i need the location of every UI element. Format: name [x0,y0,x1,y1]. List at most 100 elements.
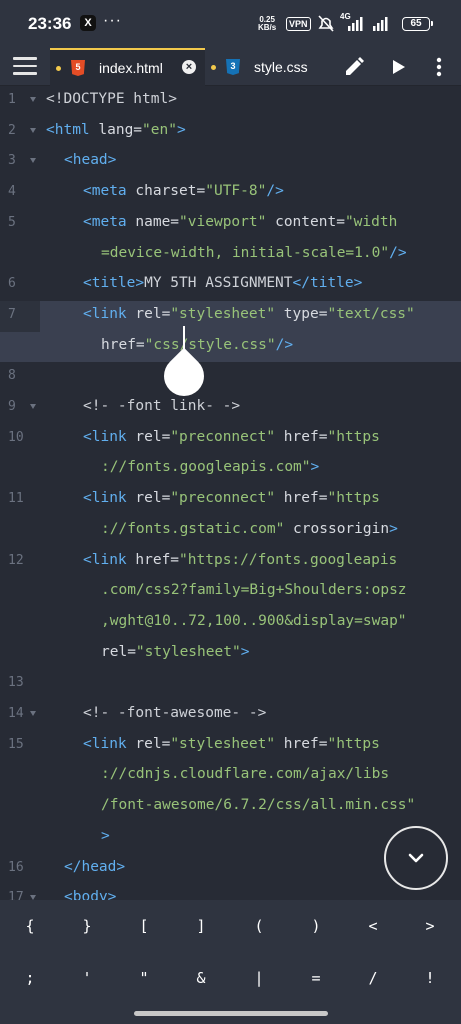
code-line-wrap[interactable]: .com/css2?family=Big+Shoulders:opsz [0,577,461,608]
code-line[interactable]: 3 <head> [0,147,461,178]
code-attr: crossorigin [284,520,390,537]
code-tag: <link [83,490,127,507]
tab-style-css[interactable]: 3 style.css [205,48,325,86]
network-speed-unit: KB/s [258,23,277,32]
code-line-wrap[interactable]: ://fonts.googleapis.com"> [0,454,461,485]
code-tag: <link [83,735,127,752]
code-line[interactable]: 2 <html lang="en"> [0,117,461,148]
line-number: 13 [8,675,24,691]
fold-arrow-icon[interactable] [30,711,36,716]
gesture-navigation-bar[interactable] [134,1011,328,1016]
code-line[interactable]: 15 <link rel="stylesheet" href="https [0,731,461,762]
code-tag: > [389,520,398,537]
code-line-wrap[interactable]: rel="stylesheet"> [0,639,461,670]
tab-label: index.html [99,60,163,76]
battery-icon: 65 [402,17,433,31]
code-line[interactable]: 12 <link href="https://fonts.googleapis [0,547,461,578]
symbol-key[interactable]: ( [239,908,279,944]
code-line[interactable]: 13 [0,669,461,700]
code-line-wrap[interactable]: /font-awesome/6.7.2/css/all.min.css" [0,792,461,823]
code-string: "width [344,213,398,230]
code-line[interactable]: 1 <!DOCTYPE html> [0,86,461,117]
code-string: ://fonts.gstatic.com" [101,520,285,537]
code-line[interactable]: 4 <meta charset="UTF-8"/> [0,178,461,209]
line-number: 14 [8,706,24,721]
fold-arrow-icon[interactable] [30,404,36,409]
symbol-key[interactable]: ) [296,908,336,944]
code-attr: href= [101,336,145,353]
code-line[interactable]: 8 [0,362,461,393]
symbol-key[interactable]: [ [124,908,164,944]
symbol-key[interactable]: & [181,960,221,996]
code-tag: </head> [64,858,126,875]
code-line[interactable]: 14 <!- -font-awesome- -> [0,700,461,731]
code-attr: href= [275,490,328,507]
line-number: 11 [8,491,24,507]
code-string: .com/css2?family=Big+Shoulders:opsz [101,582,407,599]
symbol-key[interactable]: ! [410,960,450,996]
code-line-wrap[interactable]: ://cdnjs.cloudflare.com/ajax/libs [0,761,461,792]
symbol-key[interactable]: | [239,960,279,996]
code-attr: href= [275,428,328,445]
line-number: 3 [8,153,16,169]
code-line[interactable]: 9 <!- -font link- -> [0,393,461,424]
code-line[interactable]: 5 <meta name="viewport" content="width [0,209,461,240]
code-string: "stylesheet" [170,305,276,322]
line-number: 16 [8,859,24,875]
code-editor[interactable]: 1 <!DOCTYPE html> 2 <html lang="en"> 3 <… [0,86,461,900]
symbol-key[interactable]: < [353,908,393,944]
symbol-key[interactable]: } [67,908,107,944]
play-icon[interactable] [385,54,411,80]
code-line-wrap[interactable]: =device-width, initial-scale=1.0"/> [0,240,461,271]
symbol-key[interactable]: " [124,960,164,996]
code-attr: rel= [126,305,171,322]
code-line-wrap[interactable]: ://fonts.gstatic.com" crossorigin> [0,516,461,547]
line-number: 5 [8,214,16,230]
code-attr: href= [126,551,180,568]
code-line-wrap-active[interactable]: href="css/style.css"/> [0,331,461,363]
tab-index-html[interactable]: 5 index.html × [50,48,205,86]
code-string: "preconnect" [170,428,276,445]
fold-arrow-icon[interactable] [30,127,36,133]
code-line-wrap[interactable]: ,wght@10..72,100..900&display=swap" [0,608,461,639]
line-number: 2 [8,122,16,138]
code-string: "https://fonts.googleapis [179,551,398,568]
symbol-key[interactable]: > [410,908,450,944]
unsaved-dot-icon [56,65,61,71]
menu-icon[interactable] [13,57,37,77]
code-attr: href= [275,735,328,752]
code-line[interactable]: 10 <link rel="preconnect" href="https [0,424,461,455]
code-line[interactable]: 17 <body> [0,884,461,900]
symbol-key[interactable]: ' [67,960,107,996]
code-tag: <title> [83,275,145,292]
fold-arrow-icon[interactable] [30,158,36,164]
more-vert-icon[interactable] [426,54,452,80]
code-string: "https [327,735,380,752]
code-tag: /> [389,244,407,261]
code-line-active[interactable]: 7 <link rel="stylesheet" type="text/css" [0,300,461,332]
line-number: 15 [8,736,24,752]
symbol-key[interactable]: { [10,908,50,944]
status-time: 23:36 [28,14,72,33]
code-attr: content= [266,213,345,230]
symbol-key[interactable]: ] [181,908,221,944]
symbol-key[interactable]: ; [10,960,50,996]
symbol-key[interactable]: = [296,960,336,996]
symbol-key[interactable]: / [353,960,393,996]
code-line[interactable]: 11 <link rel="preconnect" href="https [0,485,461,516]
code-string: ://cdnjs.cloudflare.com/ajax/libs [101,766,390,783]
fold-arrow-icon[interactable] [30,97,36,102]
code-string: "viewport" [179,213,267,230]
line-number: 8 [8,368,16,384]
close-tab-icon[interactable]: × [182,60,196,74]
code-attr: rel= [101,643,136,660]
code-tag: <link [83,428,127,445]
pencil-icon[interactable] [341,54,367,80]
code-string: ://fonts.googleapis.com" [101,459,311,476]
scroll-down-button[interactable] [384,826,448,890]
code-tag: > [176,121,186,138]
tab-label: style.css [254,59,308,75]
code-line[interactable]: 6 <title>MY 5TH ASSIGNMENT</title> [0,270,461,301]
code-string: "css/style.css" [144,336,276,353]
code-tag: > [240,643,250,660]
